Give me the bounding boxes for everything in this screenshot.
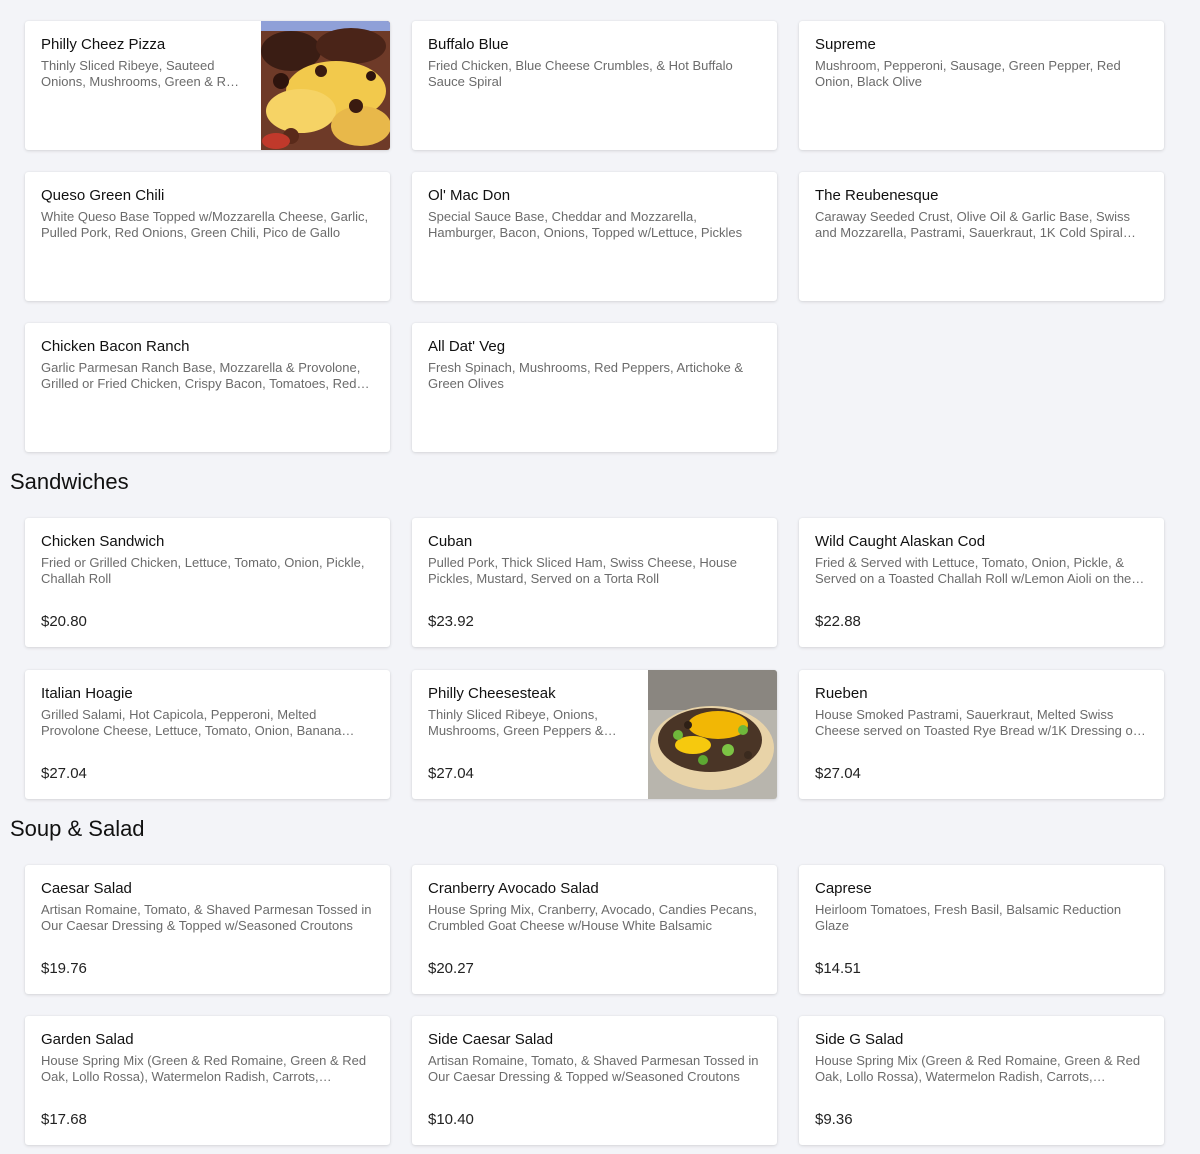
item-description: Special Sauce Base, Cheddar and Mozzarel…	[428, 209, 743, 240]
menu-item-card[interactable]: Supreme Mushroom, Pepperoni, Sausage, Gr…	[799, 21, 1164, 150]
item-name: Queso Green Chili	[41, 187, 165, 204]
menu-item-card[interactable]: Philly Cheez Pizza Thinly Sliced Ribeye,…	[25, 21, 390, 150]
item-price: $27.04	[41, 765, 87, 782]
item-description: Fried Chicken, Blue Cheese Crumbles, & H…	[428, 58, 733, 89]
item-price: $27.04	[428, 765, 474, 782]
item-description: Thinly Sliced Ribeye, Onions, Mushrooms,…	[428, 707, 604, 738]
item-description: Caraway Seeded Crust, Olive Oil & Garlic…	[815, 209, 1130, 240]
item-description: Pulled Pork, Thick Sliced Ham, Swiss Che…	[428, 555, 737, 586]
item-text: Italian Hoagie Grilled Salami, Hot Capic…	[41, 685, 374, 739]
item-text: Wild Caught Alaskan Cod Fried & Served w…	[815, 533, 1148, 587]
item-name: Buffalo Blue	[428, 36, 509, 53]
item-text: Chicken Sandwich Fried or Grilled Chicke…	[41, 533, 374, 587]
item-description: Thinly Sliced Ribeye, Sauteed Onions, Mu…	[41, 58, 241, 89]
item-text: Caprese Heirloom Tomatoes, Fresh Basil, …	[815, 880, 1148, 934]
item-price: $27.04	[815, 765, 861, 782]
item-text: Rueben House Smoked Pastrami, Sauerkraut…	[815, 685, 1148, 739]
item-name: Caprese	[815, 880, 872, 897]
item-description: Mushroom, Pepperoni, Sausage, Green Pepp…	[815, 58, 1121, 89]
item-price: $20.80	[41, 613, 87, 630]
item-text: Cranberry Avocado Salad House Spring Mix…	[428, 880, 761, 934]
item-name: Chicken Bacon Ranch	[41, 338, 190, 355]
item-name: Philly Cheesesteak	[428, 685, 556, 702]
item-description: White Queso Base Topped w/Mozzarella Che…	[41, 209, 369, 240]
item-name: The Reubenesque	[815, 187, 939, 204]
cheesesteak-photo	[648, 670, 777, 799]
item-name: Cuban	[428, 533, 473, 550]
item-price: $14.51	[815, 960, 861, 977]
menu-item-card[interactable]: Caesar Salad Artisan Romaine, Tomato, & …	[25, 865, 390, 994]
item-description: Artisan Romaine, Tomato, & Shaved Parmes…	[41, 902, 372, 933]
item-price: $20.27	[428, 960, 474, 977]
item-name: Ol' Mac Don	[428, 187, 511, 204]
item-description: Fried & Served with Lettuce, Tomato, Oni…	[815, 555, 1132, 586]
menu-item-card[interactable]: All Dat' Veg Fresh Spinach, Mushrooms, R…	[412, 323, 777, 452]
item-description: Fresh Spinach, Mushrooms, Red Peppers, A…	[428, 360, 744, 391]
menu-item-card[interactable]: Italian Hoagie Grilled Salami, Hot Capic…	[25, 670, 390, 799]
item-description: House Spring Mix, Cranberry, Avocado, Ca…	[428, 902, 758, 933]
item-price: $9.36	[815, 1111, 853, 1128]
menu-item-card[interactable]: Side Caesar Salad Artisan Romaine, Tomat…	[412, 1016, 777, 1145]
item-name: Wild Caught Alaskan Cod	[815, 533, 986, 550]
menu-item-card[interactable]: Side G Salad House Spring Mix (Green & R…	[799, 1016, 1164, 1145]
item-text: Cuban Pulled Pork, Thick Sliced Ham, Swi…	[428, 533, 761, 587]
item-name: Garden Salad	[41, 1031, 134, 1048]
item-text: Supreme Mushroom, Pepperoni, Sausage, Gr…	[815, 36, 1148, 90]
item-text: Philly Cheesesteak Thinly Sliced Ribeye,…	[428, 685, 632, 739]
item-name: Caesar Salad	[41, 880, 132, 897]
menu-item-card[interactable]: Ol' Mac Don Special Sauce Base, Cheddar …	[412, 172, 777, 301]
menu-item-card[interactable]: Garden Salad House Spring Mix (Green & R…	[25, 1016, 390, 1145]
menu-item-card[interactable]: Caprese Heirloom Tomatoes, Fresh Basil, …	[799, 865, 1164, 994]
item-text: The Reubenesque Caraway Seeded Crust, Ol…	[815, 187, 1148, 241]
menu-item-card[interactable]: Wild Caught Alaskan Cod Fried & Served w…	[799, 518, 1164, 647]
item-description: Grilled Salami, Hot Capicola, Pepperoni,…	[41, 707, 342, 738]
item-name: Rueben	[815, 685, 868, 702]
item-name: Side G Salad	[815, 1031, 904, 1048]
menu-item-card[interactable]: Cuban Pulled Pork, Thick Sliced Ham, Swi…	[412, 518, 777, 647]
menu-item-card[interactable]: Chicken Sandwich Fried or Grilled Chicke…	[25, 518, 390, 647]
menu-item-card[interactable]: Rueben House Smoked Pastrami, Sauerkraut…	[799, 670, 1164, 799]
menu-item-card[interactable]: Philly Cheesesteak Thinly Sliced Ribeye,…	[412, 670, 777, 799]
item-text: Ol' Mac Don Special Sauce Base, Cheddar …	[428, 187, 761, 241]
item-price: $19.76	[41, 960, 87, 977]
item-name: Cranberry Avocado Salad	[428, 880, 599, 897]
item-name: Side Caesar Salad	[428, 1031, 554, 1048]
item-price: $10.40	[428, 1111, 474, 1128]
item-description: House Spring Mix (Green & Red Romaine, G…	[815, 1053, 1141, 1084]
item-text: Caesar Salad Artisan Romaine, Tomato, & …	[41, 880, 374, 934]
item-text: Chicken Bacon Ranch Garlic Parmesan Ranc…	[41, 338, 374, 392]
menu-item-card[interactable]: Buffalo Blue Fried Chicken, Blue Cheese …	[412, 21, 777, 150]
menu-item-card[interactable]: The Reubenesque Caraway Seeded Crust, Ol…	[799, 172, 1164, 301]
item-price: $23.92	[428, 613, 474, 630]
section-title-soup-salad: Soup & Salad	[10, 816, 145, 841]
item-text: Side G Salad House Spring Mix (Green & R…	[815, 1031, 1148, 1085]
item-description: Heirloom Tomatoes, Fresh Basil, Balsamic…	[815, 902, 1122, 933]
item-description: Fried or Grilled Chicken, Lettuce, Tomat…	[41, 555, 365, 586]
item-text: Buffalo Blue Fried Chicken, Blue Cheese …	[428, 36, 761, 90]
item-name: Philly Cheez Pizza	[41, 36, 166, 53]
item-name: Italian Hoagie	[41, 685, 133, 702]
item-name: Supreme	[815, 36, 876, 53]
menu-item-card[interactable]: Cranberry Avocado Salad House Spring Mix…	[412, 865, 777, 994]
menu-item-card[interactable]: Chicken Bacon Ranch Garlic Parmesan Ranc…	[25, 323, 390, 452]
item-name: All Dat' Veg	[428, 338, 506, 355]
pizza-photo	[261, 21, 390, 150]
item-text: Side Caesar Salad Artisan Romaine, Tomat…	[428, 1031, 761, 1085]
item-description: House Smoked Pastrami, Sauerkraut, Melte…	[815, 707, 1140, 738]
item-text: Queso Green Chili White Queso Base Toppe…	[41, 187, 374, 241]
item-description: Garlic Parmesan Ranch Base, Mozzarella &…	[41, 360, 361, 391]
section-title-sandwiches: Sandwiches	[10, 469, 129, 494]
menu-item-card[interactable]: Queso Green Chili White Queso Base Toppe…	[25, 172, 390, 301]
item-description: House Spring Mix (Green & Red Romaine, G…	[41, 1053, 367, 1084]
item-price: $22.88	[815, 613, 861, 630]
item-text: Philly Cheez Pizza Thinly Sliced Ribeye,…	[41, 36, 245, 90]
item-description: Artisan Romaine, Tomato, & Shaved Parmes…	[428, 1053, 759, 1084]
item-text: All Dat' Veg Fresh Spinach, Mushrooms, R…	[428, 338, 761, 392]
item-price: $17.68	[41, 1111, 87, 1128]
item-name: Chicken Sandwich	[41, 533, 165, 550]
item-text: Garden Salad House Spring Mix (Green & R…	[41, 1031, 374, 1085]
